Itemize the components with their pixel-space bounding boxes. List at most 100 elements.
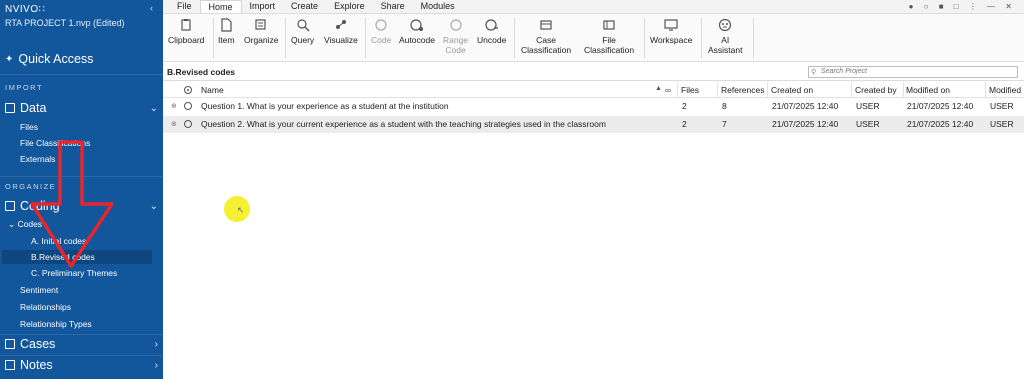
workspace-label: Workspace: [650, 35, 693, 45]
query-button[interactable]: Query: [291, 18, 314, 45]
column-header-modified-on[interactable]: Modified on: [906, 85, 950, 95]
column-divider: [903, 82, 904, 98]
uncode-icon: [485, 18, 499, 32]
modified-on: 21/07/2025 12:40: [907, 119, 974, 129]
red-arrow-annotation-icon: [30, 140, 114, 268]
files-count: 2: [682, 119, 687, 129]
references-count: 8: [722, 101, 727, 111]
tab-modules[interactable]: Modules: [413, 0, 463, 13]
expand-icon[interactable]: ⊕: [171, 102, 177, 110]
visualize-label: Visualize: [324, 35, 358, 45]
ribbon-tabs: File Home Import Create Explore Share Mo…: [163, 0, 1024, 14]
ai-assistant-line1: AI: [721, 35, 730, 45]
range-code-label-line2: Code: [445, 45, 466, 55]
case-classification-icon: [539, 18, 553, 32]
files-count: 2: [682, 101, 687, 111]
window-controls[interactable]: ● ○ ■ □ ⋮ — ✕: [909, 2, 1016, 11]
nav-relationship-types[interactable]: Relationship Types: [20, 319, 92, 329]
data-icon: [5, 103, 15, 113]
created-by: USER: [856, 119, 880, 129]
column-header-created-on[interactable]: Created on: [771, 85, 813, 95]
breadcrumb: B.Revised codes: [167, 67, 236, 77]
chevron-down-icon: ⌄: [149, 200, 158, 212]
tab-create[interactable]: Create: [283, 0, 326, 13]
tab-share[interactable]: Share: [373, 0, 413, 13]
column-divider: [851, 82, 852, 98]
nav-notes[interactable]: Notes ›: [5, 358, 158, 372]
ribbon-separator: [285, 18, 286, 58]
nav-relationships[interactable]: Relationships: [20, 302, 71, 312]
case-classification-button[interactable]: Case Classification: [521, 18, 571, 55]
app-logo: NVIVO∷: [5, 4, 46, 15]
column-header-created-by[interactable]: Created by: [855, 85, 897, 95]
quick-access-link[interactable]: ✦ Quick Access: [5, 52, 158, 66]
row-select-radio[interactable]: [184, 120, 192, 128]
column-divider: [717, 82, 718, 98]
cases-icon: [5, 339, 15, 349]
table-row[interactable]: ⊕ Question 2. What is your current exper…: [163, 116, 1024, 133]
collapse-sidebar-button[interactable]: ‹: [150, 3, 153, 13]
column-header-name[interactable]: Name: [201, 85, 224, 95]
range-code-label-line1: Range: [443, 35, 469, 45]
nav-data[interactable]: Data ⌄: [5, 101, 158, 115]
link-icon: ∞: [665, 85, 672, 95]
tab-import[interactable]: Import: [242, 0, 284, 13]
modified-by: USER: [990, 119, 1014, 129]
ai-assistant-line2: Assistant: [708, 45, 743, 55]
column-header-references[interactable]: References: [721, 85, 764, 95]
nav-sentiment[interactable]: Sentiment: [20, 285, 58, 295]
modified-by: USER: [990, 101, 1014, 111]
file-classification-line2: Classification: [584, 45, 635, 55]
organize-label: Organize: [244, 35, 279, 45]
workspace-button[interactable]: Workspace: [650, 18, 692, 45]
item-button[interactable]: Item: [218, 18, 235, 45]
quick-access-label: Quick Access: [18, 52, 94, 66]
document-icon: [219, 18, 233, 32]
pin-icon: ✦: [5, 53, 14, 65]
nav-notes-label: Notes: [20, 358, 53, 372]
chevron-down-icon: ⌄: [149, 102, 158, 114]
tab-file[interactable]: File: [169, 0, 200, 13]
column-divider: [767, 82, 768, 98]
nav-data-label: Data: [20, 101, 47, 115]
select-all-radio[interactable]: [184, 86, 192, 94]
chevron-right-icon: ›: [154, 338, 158, 350]
ribbon-separator: [365, 18, 366, 58]
clipboard-icon: [179, 18, 193, 32]
divider: [0, 334, 163, 335]
workspace-icon: [664, 18, 678, 32]
ai-assistant-button[interactable]: AI Assistant: [708, 18, 743, 55]
code-icon: [374, 18, 388, 32]
nav-cases[interactable]: Cases ›: [5, 337, 158, 351]
range-code-button[interactable]: Range Code: [443, 18, 468, 55]
autocode-button[interactable]: Autocode: [399, 18, 435, 45]
coding-icon: [5, 201, 15, 211]
organize-button[interactable]: Organize: [244, 18, 279, 45]
nav-files[interactable]: Files: [20, 122, 38, 132]
tab-home[interactable]: Home: [199, 0, 242, 13]
modified-on: 21/07/2025 12:40: [907, 101, 974, 111]
sort-ascending-icon[interactable]: ▲: [655, 85, 662, 92]
table-row[interactable]: ⊕ Question 1. What is your experience as…: [163, 98, 1024, 115]
code-name: Question 1. What is your experience as a…: [201, 101, 449, 111]
notes-icon: [5, 360, 15, 370]
divider: [0, 74, 163, 75]
column-header-modified-by[interactable]: Modified: [989, 85, 1021, 95]
visualize-button[interactable]: Visualize: [324, 18, 358, 45]
tab-explore[interactable]: Explore: [326, 0, 373, 13]
column-header-files[interactable]: Files: [681, 85, 699, 95]
clipboard-label: Clipboard: [168, 35, 205, 45]
references-count: 7: [722, 119, 727, 129]
autocode-label: Autocode: [399, 35, 435, 45]
file-classification-button[interactable]: File Classification: [584, 18, 634, 55]
ai-brain-icon: [718, 18, 732, 32]
list-view: B.Revised codes ⚲ Search Project Name ▲ …: [163, 63, 1024, 379]
search-input[interactable]: ⚲ Search Project: [808, 66, 1018, 78]
code-button[interactable]: Code: [371, 18, 391, 45]
clipboard-button[interactable]: Clipboard: [168, 18, 204, 45]
search-icon: ⚲: [811, 69, 817, 76]
expand-icon[interactable]: ⊕: [171, 120, 177, 128]
uncode-button[interactable]: Uncode: [477, 18, 506, 45]
row-select-radio[interactable]: [184, 102, 192, 110]
case-classification-line1: Case: [536, 35, 556, 45]
